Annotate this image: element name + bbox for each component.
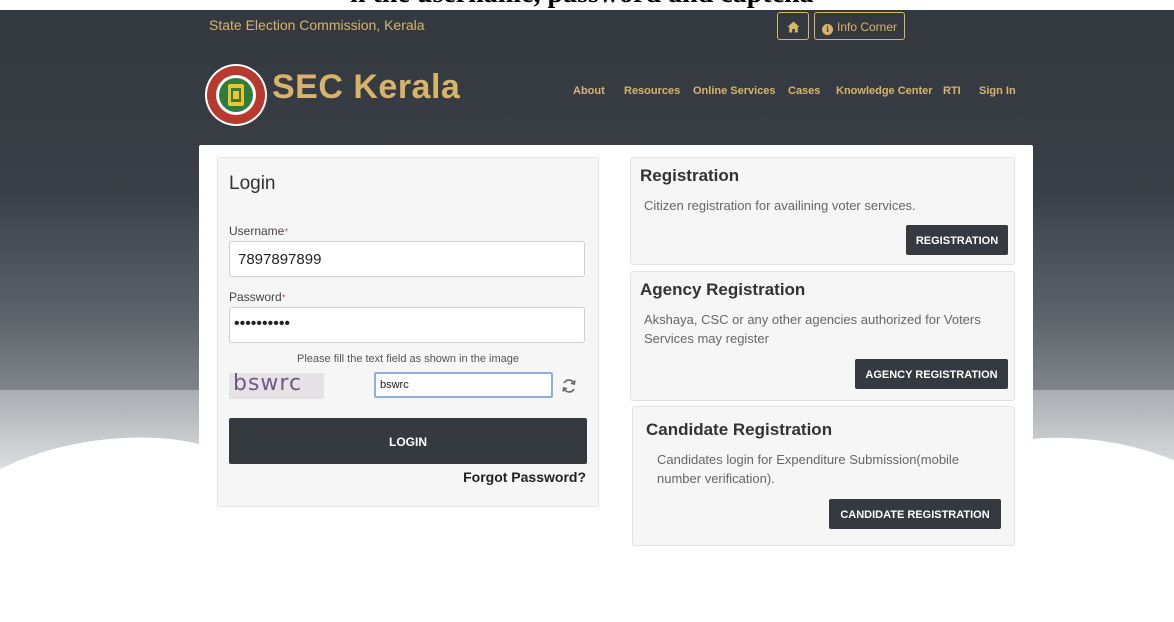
captcha-hint: Please fill the text field as shown in t… (297, 353, 519, 365)
candidate-registration-description: Candidates login for Expenditure Submiss… (657, 452, 960, 486)
agency-registration-button[interactable]: AGENCY REGISTRATION (855, 359, 1008, 389)
forgot-password-link[interactable]: Forgot Password? (440, 469, 586, 485)
captcha-image-text: bswrc (233, 373, 303, 396)
refresh-captcha-icon[interactable] (560, 377, 578, 395)
password-input[interactable]: •••••••••• (229, 307, 585, 343)
candidate-registration-title: Candidate Registration (646, 420, 833, 439)
nav-about[interactable]: About (573, 85, 605, 97)
nav-knowledge-center[interactable]: Knowledge Center (836, 85, 933, 97)
candidate-registration-button[interactable]: CANDIDATE REGISTRATION (829, 499, 1001, 529)
required-mark: * (284, 227, 289, 238)
username-label: Username* (229, 224, 288, 238)
home-icon (787, 21, 799, 33)
password-label: Password* (229, 290, 286, 304)
registration-description: Citizen registration for availining vote… (644, 198, 916, 213)
registration-title: Registration (640, 166, 740, 185)
caption-text: n the username, password and captcha (350, 0, 814, 10)
nav-rti[interactable]: RTI (943, 85, 961, 97)
info-icon: i (821, 24, 833, 35)
info-corner-button[interactable]: i Info Corner (814, 12, 905, 40)
info-corner-label: Info Corner (836, 20, 898, 34)
captcha-input[interactable] (374, 372, 553, 398)
required-mark: * (281, 293, 286, 304)
registration-button[interactable]: REGISTRATION (906, 225, 1008, 255)
site-name[interactable]: State Election Commission, Kerala (209, 17, 425, 33)
agency-registration-description: Akshaya, CSC or any other agencies autho… (644, 312, 981, 346)
username-label-text: Username (229, 224, 285, 238)
agency-registration-title: Agency Registration (640, 280, 806, 299)
login-title: Login (229, 173, 276, 194)
cropped-caption: n the username, password and captcha (0, 0, 1174, 10)
password-label-text: Password (229, 290, 282, 304)
username-input[interactable] (229, 241, 585, 277)
home-button[interactable] (777, 12, 809, 40)
main-nav: About Resources Online Services Cases Kn… (0, 85, 1174, 101)
nav-sign-in[interactable]: Sign In (979, 85, 1016, 97)
nav-online-services[interactable]: Online Services (693, 85, 776, 97)
password-value: •••••••••• (234, 315, 291, 332)
nav-resources[interactable]: Resources (624, 85, 680, 97)
captcha-image: bswrc (229, 373, 324, 399)
nav-cases[interactable]: Cases (788, 85, 820, 97)
login-button[interactable]: LOGIN (229, 418, 587, 464)
